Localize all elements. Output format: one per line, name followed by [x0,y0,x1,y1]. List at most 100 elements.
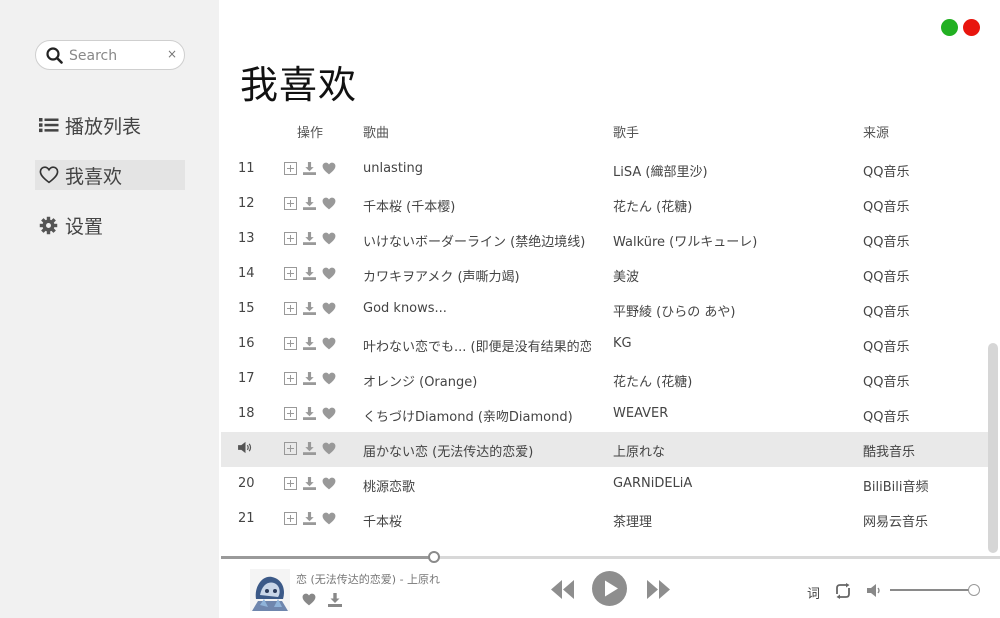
song-title[interactable]: 叶わない恋でも... (即便是没有结果的恋 [363,336,591,355]
add-to-playlist-icon[interactable] [284,372,297,385]
maximize-button[interactable] [941,19,958,36]
artist-name[interactable]: WEAVER [613,406,843,421]
add-to-playlist-icon[interactable] [284,232,297,245]
artist-name[interactable]: 花たん (花糖) [613,371,843,390]
song-title[interactable]: 千本桜 [363,511,591,530]
volume-slider[interactable] [890,589,974,591]
song-title[interactable]: 桃源恋歌 [363,476,591,495]
table-row[interactable]: 16 叶わない恋でも... (即便是没有结果的恋 KG QQ音乐 [221,327,988,362]
song-title[interactable]: いけないボーダーライン (禁绝边境线) [363,231,591,250]
header-ops: 操作 [297,126,324,141]
heart-icon[interactable] [322,442,336,455]
song-title[interactable]: カワキヲアメク (声嘶力竭) [363,266,591,285]
progress-bar[interactable] [221,556,1000,559]
add-to-playlist-icon[interactable] [284,162,297,175]
artist-name[interactable]: 花たん (花糖) [613,196,843,215]
play-button[interactable] [592,571,627,606]
row-index: 20 [238,476,255,491]
header-source[interactable]: 来源 [863,122,889,141]
artist-name[interactable]: LiSA (織部里沙) [613,161,843,180]
row-actions [284,302,344,315]
song-title[interactable]: God knows... [363,301,591,316]
download-icon[interactable] [303,162,316,175]
song-title[interactable]: 届かない恋 (无法传达的恋爱) [363,441,591,460]
download-icon[interactable] [303,477,316,490]
table-row[interactable]: 14 カワキヲアメク (声嘶力竭) 美波 QQ音乐 [221,257,988,292]
table-row[interactable]: 13 いけないボーダーライン (禁绝边境线) Walküre (ワルキューレ) … [221,222,988,257]
add-to-playlist-icon[interactable] [284,197,297,210]
artist-name[interactable]: 茶理理 [613,511,843,530]
heart-icon[interactable] [322,407,336,420]
download-icon[interactable] [303,337,316,350]
artist-name[interactable]: GARNiDELiA [613,476,843,491]
sidebar-item-settings[interactable]: 设置 [35,210,185,240]
volume-knob[interactable] [968,584,980,596]
sidebar-item-playlist[interactable]: 播放列表 [35,110,185,140]
song-source: QQ音乐 [863,235,910,250]
download-icon[interactable] [328,593,342,607]
song-source: QQ音乐 [863,410,910,425]
album-cover[interactable] [250,569,290,611]
heart-icon[interactable] [322,302,336,315]
download-icon[interactable] [303,302,316,315]
add-to-playlist-icon[interactable] [284,477,297,490]
table-row[interactable]: 15 God knows... 平野綾 (ひらの あや) QQ音乐 [221,292,988,327]
artist-name[interactable]: KG [613,336,843,351]
search-input[interactable] [69,46,164,66]
add-to-playlist-icon[interactable] [284,302,297,315]
add-to-playlist-icon[interactable] [284,512,297,525]
table-row[interactable]: 20 桃源恋歌 GARNiDELiA BiliBili音频 [221,467,988,502]
heart-icon[interactable] [322,337,336,350]
heart-icon[interactable] [322,232,336,245]
add-to-playlist-icon[interactable] [284,407,297,420]
heart-icon[interactable] [322,197,336,210]
download-icon[interactable] [303,442,316,455]
progress-knob[interactable] [428,551,440,563]
song-title[interactable]: くちづけDiamond (亲吻Diamond) [363,406,591,425]
download-icon[interactable] [303,197,316,210]
row-index: 15 [238,301,255,316]
artist-name[interactable]: Walküre (ワルキューレ) [613,231,843,250]
volume-icon[interactable] [867,583,883,598]
download-icon[interactable] [303,267,316,280]
table-row[interactable]: 21 千本桜 茶理理 网易云音乐 [221,502,988,537]
header-song[interactable]: 歌曲 [363,122,389,141]
song-title[interactable]: オレンジ (Orange) [363,371,591,390]
scrollbar-thumb[interactable] [988,343,998,553]
table-row[interactable]: 17 オレンジ (Orange) 花たん (花糖) QQ音乐 [221,362,988,397]
next-icon[interactable] [647,580,671,599]
table-row[interactable]: 12 千本桜 (千本樱) 花たん (花糖) QQ音乐 [221,187,988,222]
table-row[interactable]: 18 くちづけDiamond (亲吻Diamond) WEAVER QQ音乐 [221,397,988,432]
previous-icon[interactable] [551,580,575,599]
add-to-playlist-icon[interactable] [284,442,297,455]
add-to-playlist-icon[interactable] [284,337,297,350]
search-box[interactable]: × [35,40,185,70]
artist-name[interactable]: 平野綾 (ひらの あや) [613,301,843,320]
heart-icon[interactable] [322,372,336,385]
close-button[interactable] [963,19,980,36]
header-artist[interactable]: 歌手 [613,122,639,141]
table-header: 操作 歌曲 歌手 来源 [221,120,988,142]
clear-search-icon[interactable]: × [167,47,177,61]
download-icon[interactable] [303,232,316,245]
heart-icon[interactable] [322,512,336,525]
artist-name[interactable]: 上原れな [613,441,843,460]
heart-icon[interactable] [322,267,336,280]
table-row[interactable]: 11 unlasting LiSA (織部里沙) QQ音乐 [221,152,988,187]
download-icon[interactable] [303,512,316,525]
repeat-icon[interactable] [833,583,853,599]
add-to-playlist-icon[interactable] [284,267,297,280]
sidebar-item-favorites[interactable]: 我喜欢 [35,160,185,190]
song-title[interactable]: 千本桜 (千本樱) [363,196,591,215]
search-icon [46,47,63,64]
download-icon[interactable] [303,407,316,420]
list-icon [39,117,61,133]
lyrics-button[interactable]: 词 [807,583,820,602]
song-title[interactable]: unlasting [363,161,591,176]
download-icon[interactable] [303,372,316,385]
heart-icon[interactable] [302,593,316,606]
artist-name[interactable]: 美波 [613,266,843,285]
heart-icon[interactable] [322,162,336,175]
table-row[interactable]: 届かない恋 (无法传达的恋爱) 上原れな 酷我音乐 [221,432,988,467]
heart-icon[interactable] [322,477,336,490]
